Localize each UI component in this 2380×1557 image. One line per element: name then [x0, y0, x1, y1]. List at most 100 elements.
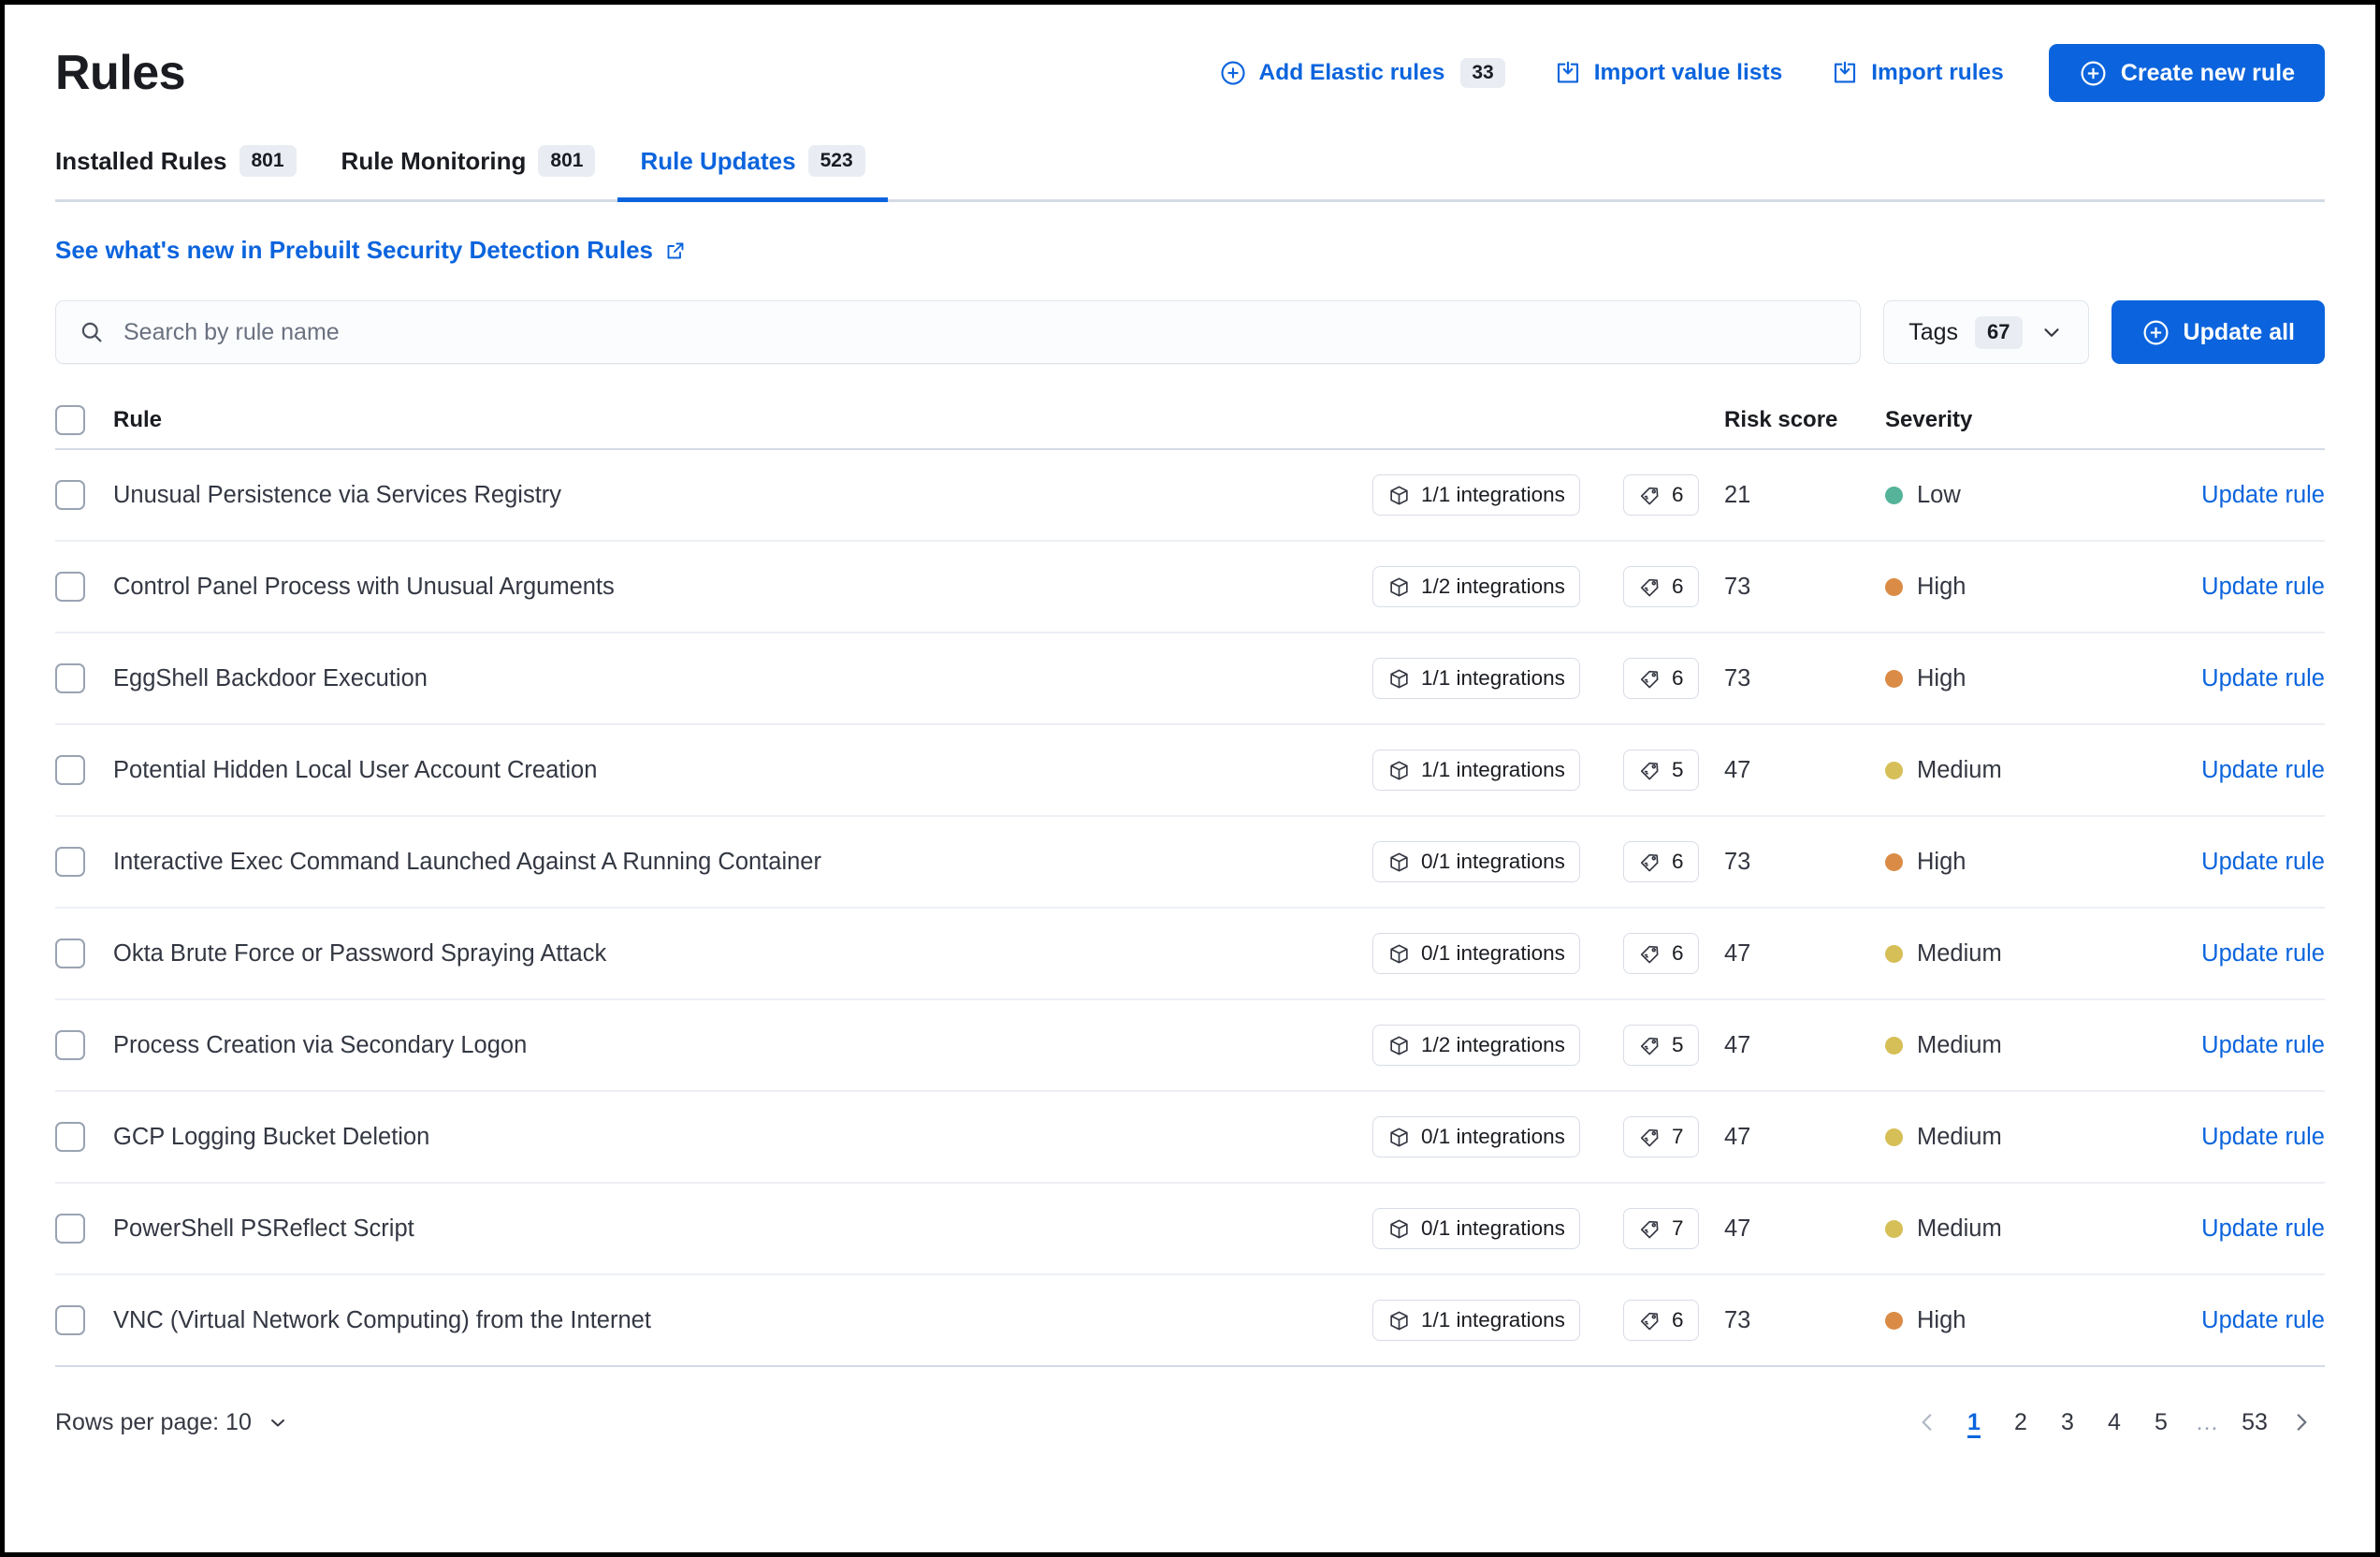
tags-count: 7	[1672, 1216, 1684, 1240]
whats-new-label: See what's new in Prebuilt Security Dete…	[55, 236, 654, 264]
severity-dot	[1885, 761, 1903, 779]
integrations-badge[interactable]: 1/2 integrations	[1372, 566, 1580, 607]
chevron-down-icon	[2039, 320, 2064, 344]
pagination-page-button[interactable]: 3	[2044, 1399, 2091, 1446]
integrations-badge[interactable]: 1/1 integrations	[1372, 474, 1580, 516]
row-select-cell	[55, 572, 113, 602]
search-input-wrapper[interactable]	[55, 300, 1862, 364]
update-rule-link[interactable]: Update rule	[2201, 665, 2325, 691]
severity-dot	[1885, 852, 1903, 871]
integrations-badge[interactable]: 1/1 integrations	[1372, 658, 1580, 699]
pagination-page-button[interactable]: 4	[2091, 1399, 2138, 1446]
rules-page: Rules Add Elastic rules 33 Import value …	[0, 0, 2380, 1557]
whats-new-link[interactable]: See what's new in Prebuilt Security Dete…	[55, 236, 687, 265]
tags-badge[interactable]: 6	[1623, 841, 1699, 882]
row-action-cell: Update rule	[2156, 574, 2325, 601]
severity-cell: High	[1885, 665, 2156, 692]
tags-badge[interactable]: 5	[1623, 1025, 1699, 1066]
row-checkbox[interactable]	[55, 1305, 85, 1335]
tags-count: 6	[1672, 575, 1684, 598]
tags-badge[interactable]: 5	[1623, 749, 1699, 791]
search-input[interactable]	[123, 318, 1838, 346]
integrations-cell: 1/1 integrations	[1372, 474, 1623, 516]
rule-name: Control Panel Process with Unusual Argum…	[113, 573, 615, 600]
external-link-icon	[664, 240, 687, 262]
create-new-rule-button[interactable]: Create new rule	[2048, 44, 2325, 102]
tags-badge[interactable]: 6	[1623, 474, 1699, 516]
tags-badge[interactable]: 6	[1623, 658, 1699, 699]
row-checkbox[interactable]	[55, 480, 85, 510]
update-rule-link[interactable]: Update rule	[2201, 849, 2325, 875]
update-rule-link[interactable]: Update rule	[2201, 940, 2325, 967]
integrations-cell: 1/1 integrations	[1372, 749, 1623, 791]
integrations-badge[interactable]: 1/2 integrations	[1372, 1025, 1580, 1066]
update-rule-link[interactable]: Update rule	[2201, 757, 2325, 783]
rule-name-cell: GCP Logging Bucket Deletion	[113, 1124, 1372, 1151]
update-rule-link[interactable]: Update rule	[2201, 1215, 2325, 1242]
row-checkbox[interactable]	[55, 755, 85, 785]
integrations-badge[interactable]: 0/1 integrations	[1372, 933, 1580, 974]
update-rule-link[interactable]: Update rule	[2201, 1032, 2325, 1058]
tags-cell: 6	[1623, 1300, 1724, 1341]
tab-installed-rules[interactable]: Installed Rules 801	[55, 145, 319, 202]
pagination-page-button[interactable]: 53	[2231, 1399, 2278, 1446]
row-checkbox[interactable]	[55, 572, 85, 602]
row-checkbox[interactable]	[55, 939, 85, 968]
package-icon	[1387, 667, 1411, 691]
tags-filter-count: 67	[1975, 315, 2023, 349]
pagination-page-button[interactable]: 1	[1951, 1399, 1997, 1446]
update-rule-link[interactable]: Update rule	[2201, 1307, 2325, 1333]
tags-badge[interactable]: 6	[1623, 1300, 1699, 1341]
import-value-lists-button[interactable]: Import value lists	[1530, 59, 1807, 87]
tab-rule-updates[interactable]: Rule Updates 523	[617, 145, 888, 202]
row-checkbox[interactable]	[55, 1214, 85, 1244]
search-icon	[79, 319, 105, 345]
row-checkbox[interactable]	[55, 1030, 85, 1060]
integrations-badge[interactable]: 0/1 integrations	[1372, 1116, 1580, 1157]
tags-badge[interactable]: 6	[1623, 566, 1699, 607]
integrations-cell: 0/1 integrations	[1372, 841, 1623, 882]
tags-filter-button[interactable]: Tags 67	[1883, 300, 2089, 364]
update-rule-link[interactable]: Update rule	[2201, 482, 2325, 508]
import-rules-button[interactable]: Import rules	[1807, 59, 2028, 87]
add-elastic-rules-button[interactable]: Add Elastic rules 33	[1195, 58, 1530, 88]
import-icon	[1554, 59, 1582, 87]
risk-score-value: 73	[1724, 1306, 1751, 1333]
tags-badge[interactable]: 7	[1623, 1116, 1699, 1157]
rule-name: EggShell Backdoor Execution	[113, 664, 428, 691]
package-icon	[1387, 942, 1411, 966]
rows-per-page-selector[interactable]: Rows per page: 10	[55, 1409, 289, 1436]
tags-count: 6	[1672, 483, 1684, 506]
row-select-cell	[55, 1122, 113, 1152]
rule-name-cell: EggShell Backdoor Execution	[113, 665, 1372, 692]
row-checkbox[interactable]	[55, 847, 85, 877]
update-rule-link[interactable]: Update rule	[2201, 574, 2325, 600]
integrations-badge[interactable]: 0/1 integrations	[1372, 1208, 1580, 1249]
severity-cell: Medium	[1885, 757, 2156, 784]
update-all-button[interactable]: Update all	[2111, 300, 2325, 364]
row-select-cell	[55, 480, 113, 510]
integrations-badge[interactable]: 1/1 integrations	[1372, 1300, 1580, 1341]
rule-name-cell: Unusual Persistence via Services Registr…	[113, 482, 1372, 509]
row-checkbox[interactable]	[55, 1122, 85, 1152]
pagination-prev-button[interactable]	[1904, 1399, 1951, 1446]
row-checkbox[interactable]	[55, 663, 85, 693]
integrations-cell: 1/2 integrations	[1372, 566, 1623, 607]
tags-badge[interactable]: 6	[1623, 933, 1699, 974]
integrations-badge[interactable]: 0/1 integrations	[1372, 841, 1580, 882]
select-all-checkbox[interactable]	[55, 405, 85, 435]
tag-icon	[1638, 484, 1662, 507]
integrations-badge[interactable]: 1/1 integrations	[1372, 749, 1580, 791]
pagination-next-button[interactable]	[2278, 1399, 2325, 1446]
create-new-rule-label: Create new rule	[2120, 59, 2295, 86]
pagination-page-button[interactable]: 5	[2138, 1399, 2184, 1446]
severity-label: Medium	[1917, 1031, 2002, 1058]
rule-name-cell: VNC (Virtual Network Computing) from the…	[113, 1307, 1372, 1334]
tags-badge[interactable]: 7	[1623, 1208, 1699, 1249]
update-rule-link[interactable]: Update rule	[2201, 1124, 2325, 1150]
pagination-pages: 1 2 3 4 5… 53	[1951, 1399, 2278, 1446]
pagination-page-button[interactable]: 2	[1997, 1399, 2044, 1446]
tab-rule-monitoring[interactable]: Rule Monitoring 801	[319, 145, 618, 202]
rule-name-cell: Potential Hidden Local User Account Crea…	[113, 757, 1372, 784]
page-title: Rules	[55, 46, 186, 100]
